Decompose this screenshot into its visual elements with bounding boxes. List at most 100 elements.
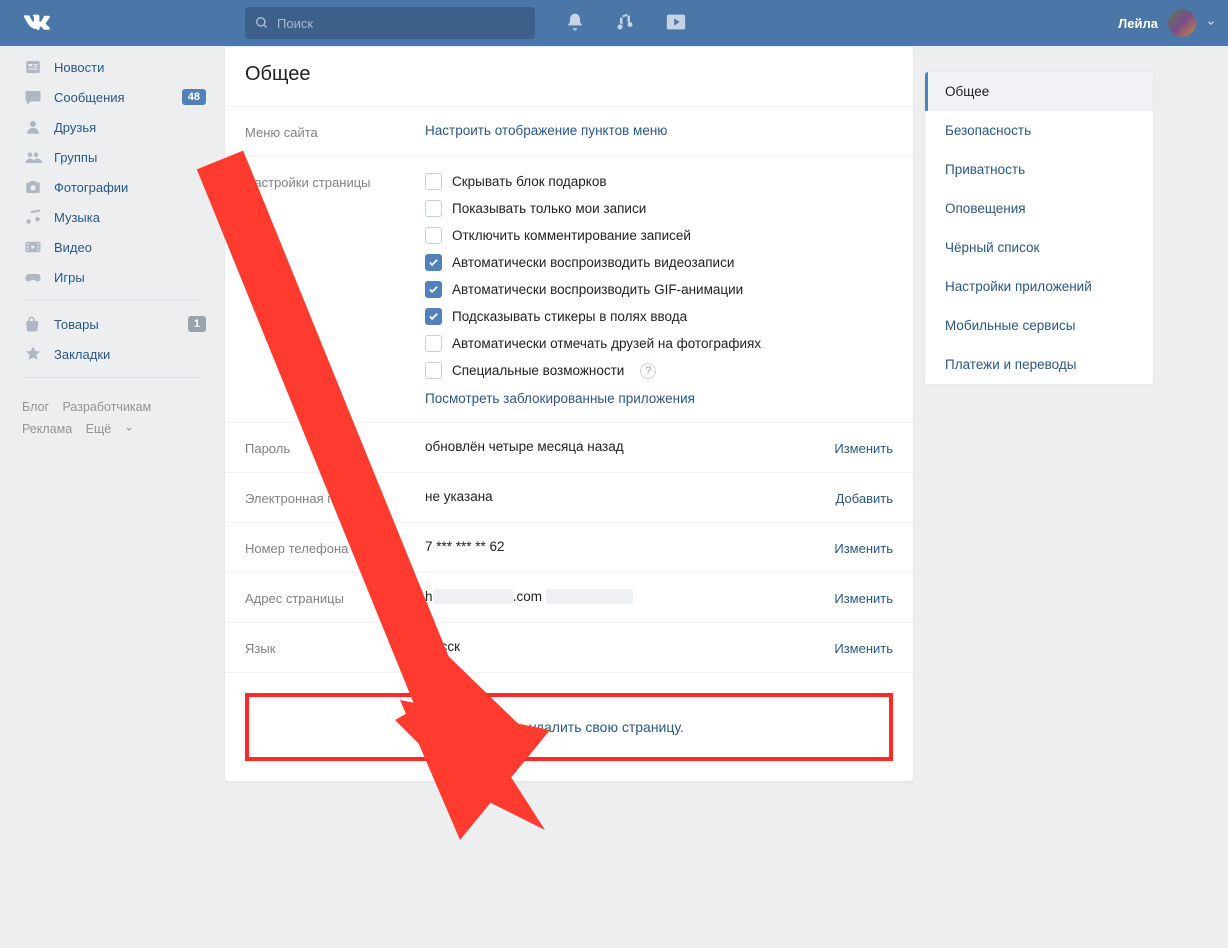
add-email-link[interactable]: Добавить bbox=[836, 489, 893, 506]
checkbox-option[interactable]: Отключить комментирование записей bbox=[425, 227, 893, 244]
sidebar-item-label: Группы bbox=[54, 150, 206, 165]
games-icon bbox=[22, 268, 44, 286]
delete-section: Вы можете удалить свою страницу. bbox=[225, 672, 913, 781]
blocked-apps-link[interactable]: Посмотреть заблокированные приложения bbox=[425, 391, 695, 406]
checkbox-option[interactable]: Автоматически воспроизводить GIF-анимаци… bbox=[425, 281, 893, 298]
checkbox-label: Автоматически воспроизводить GIF-анимаци… bbox=[452, 282, 743, 297]
checkbox[interactable] bbox=[425, 362, 442, 379]
row-phone: Номер телефона 7 *** *** ** 62 Изменить bbox=[225, 522, 913, 572]
change-language-link[interactable]: Изменить bbox=[834, 639, 893, 656]
settings-tab[interactable]: Настройки приложений bbox=[925, 267, 1153, 306]
checkbox[interactable] bbox=[425, 281, 442, 298]
nav-separator bbox=[24, 300, 204, 301]
checkbox-label: Подсказывать стикеры в полях ввода bbox=[452, 309, 687, 324]
user-menu[interactable]: Лейла bbox=[1118, 9, 1216, 37]
footer-blog[interactable]: Блог bbox=[22, 400, 49, 414]
settings-tab[interactable]: Приватность bbox=[925, 150, 1153, 189]
market-icon bbox=[22, 315, 44, 333]
address-hidden: xxxx bbox=[546, 589, 633, 604]
footer-more[interactable]: Ещё bbox=[86, 418, 134, 440]
settings-tab[interactable]: Общее bbox=[925, 72, 1153, 111]
sidebar-item-label: Сообщения bbox=[54, 90, 182, 105]
username: Лейла bbox=[1118, 16, 1158, 31]
language-value: Русск bbox=[425, 639, 834, 656]
row-menu: Меню сайта Настроить отображение пунктов… bbox=[225, 106, 913, 156]
sidebar-item-label: Закладки bbox=[54, 347, 206, 362]
search-input[interactable]: Поиск bbox=[245, 7, 535, 39]
checkbox-label: Специальные возможности bbox=[452, 363, 624, 378]
checkbox[interactable] bbox=[425, 227, 442, 244]
checkbox[interactable] bbox=[425, 335, 442, 352]
sidebar-item-news[interactable]: Новости bbox=[14, 52, 214, 82]
sidebar-item-music[interactable]: Музыка bbox=[14, 202, 214, 232]
checkbox-label: Автоматически отмечать друзей на фотогра… bbox=[452, 336, 761, 351]
settings-tab[interactable]: Безопасность bbox=[925, 111, 1153, 150]
chevron-down-icon bbox=[125, 425, 133, 433]
photos-icon bbox=[22, 178, 44, 196]
checkbox-label: Отключить комментирование записей bbox=[452, 228, 691, 243]
footer-devs[interactable]: Разработчикам bbox=[63, 400, 152, 414]
sidebar-item-friends[interactable]: Друзья bbox=[14, 112, 214, 142]
checkbox-label: Показывать только мои записи bbox=[452, 201, 646, 216]
change-address-link[interactable]: Изменить bbox=[834, 589, 893, 606]
checkbox-option[interactable]: Подсказывать стикеры в полях ввода bbox=[425, 308, 893, 325]
sidebar-item-label: Видео bbox=[54, 240, 206, 255]
sidebar-item-label: Новости bbox=[54, 60, 206, 75]
checkbox[interactable] bbox=[425, 254, 442, 271]
row-page-settings: Настройки страницы Скрывать блок подарко… bbox=[225, 156, 913, 422]
checkbox-option[interactable]: Автоматически отмечать друзей на фотогра… bbox=[425, 335, 893, 352]
configure-menu-link[interactable]: Настроить отображение пунктов меню bbox=[425, 123, 667, 138]
sidebar-item-photos[interactable]: Фотографии bbox=[14, 172, 214, 202]
music-icon[interactable] bbox=[615, 12, 635, 35]
footer-ads[interactable]: Реклама bbox=[22, 422, 72, 436]
row-email: Электронная почта не указана Добавить bbox=[225, 472, 913, 522]
settings-tab[interactable]: Чёрный список bbox=[925, 228, 1153, 267]
settings-tab[interactable]: Мобильные сервисы bbox=[925, 306, 1153, 345]
delete-page-link[interactable]: удалить свою страницу bbox=[529, 719, 680, 735]
nav-separator bbox=[24, 377, 204, 378]
sidebar-item-bookmarks[interactable]: Закладки bbox=[14, 339, 214, 369]
checkbox-option[interactable]: Скрывать блок подарков bbox=[425, 173, 893, 190]
email-value: не указана bbox=[425, 489, 836, 506]
groups-icon bbox=[22, 148, 44, 166]
row-label: Язык bbox=[245, 639, 425, 656]
checkbox-label: Автоматически воспроизводить видеозаписи bbox=[452, 255, 734, 270]
checkbox[interactable] bbox=[425, 173, 442, 190]
checkbox-option[interactable]: Специальные возможности? bbox=[425, 362, 893, 379]
row-label: Адрес страницы bbox=[245, 589, 425, 606]
settings-tab[interactable]: Платежи и переводы bbox=[925, 345, 1153, 384]
phone-value: 7 *** *** ** 62 bbox=[425, 539, 834, 556]
checkbox-option[interactable]: Автоматически воспроизводить видеозаписи bbox=[425, 254, 893, 271]
topbar: Поиск Лейла bbox=[0, 0, 1228, 46]
delete-account-box: Вы можете удалить свою страницу. bbox=[245, 693, 893, 761]
video-play-icon[interactable] bbox=[665, 11, 687, 36]
sidebar-item-label: Фотографии bbox=[54, 180, 206, 195]
row-language: Язык Русск Изменить bbox=[225, 622, 913, 672]
vk-logo[interactable] bbox=[22, 9, 50, 37]
news-icon bbox=[22, 58, 44, 76]
sidebar-item-market[interactable]: Товары1 bbox=[14, 309, 214, 339]
video-icon bbox=[22, 238, 44, 256]
sidebar-item-label: Игры bbox=[54, 270, 206, 285]
sidebar-item-video[interactable]: Видео bbox=[14, 232, 214, 262]
checkbox-option[interactable]: Показывать только мои записи bbox=[425, 200, 893, 217]
music-icon bbox=[22, 208, 44, 226]
help-icon[interactable]: ? bbox=[640, 363, 656, 379]
change-phone-link[interactable]: Изменить bbox=[834, 539, 893, 556]
sidebar-item-label: Товары bbox=[54, 317, 188, 332]
settings-panel: Общее Меню сайта Настроить отображение п… bbox=[224, 46, 914, 782]
sidebar-item-games[interactable]: Игры bbox=[14, 262, 214, 292]
notifications-icon[interactable] bbox=[565, 12, 585, 35]
checkbox-label: Скрывать блок подарков bbox=[452, 174, 607, 189]
row-password: Пароль обновлён четыре месяца назад Изме… bbox=[225, 422, 913, 472]
change-password-link[interactable]: Изменить bbox=[834, 439, 893, 456]
sidebar-item-msg[interactable]: Сообщения48 bbox=[14, 82, 214, 112]
row-label: Электронная почта bbox=[245, 489, 425, 506]
badge: 48 bbox=[182, 89, 206, 105]
row-address: Адрес страницы hxxx.com xxxx Изменить bbox=[225, 572, 913, 622]
checkbox[interactable] bbox=[425, 200, 442, 217]
address-hidden: xxx bbox=[433, 589, 513, 604]
sidebar-item-groups[interactable]: Группы bbox=[14, 142, 214, 172]
settings-tab[interactable]: Оповещения bbox=[925, 189, 1153, 228]
checkbox[interactable] bbox=[425, 308, 442, 325]
